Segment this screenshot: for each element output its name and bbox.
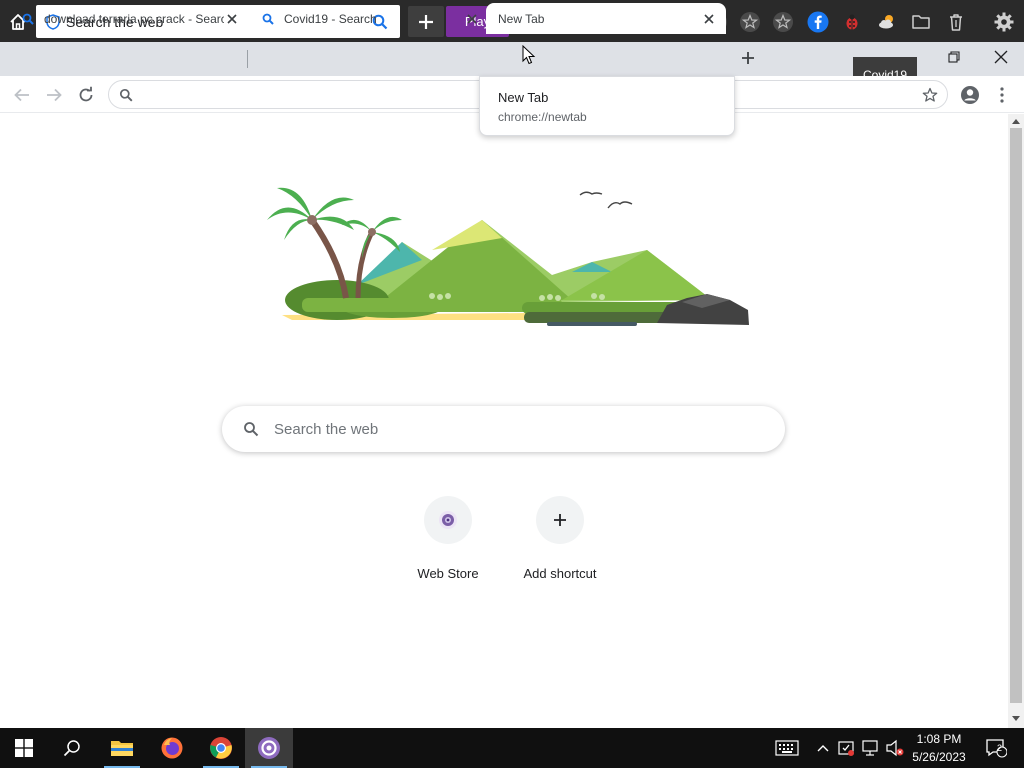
close-icon <box>994 50 1008 64</box>
network-icon[interactable] <box>860 736 882 760</box>
back-arrow-icon <box>14 88 29 102</box>
hover-card-title: New Tab <box>498 90 549 105</box>
search-icon <box>20 11 36 27</box>
file-explorer-icon[interactable] <box>98 728 146 768</box>
system-clock[interactable]: 1:08 PM 5/26/2023 <box>904 730 974 768</box>
plus-icon <box>742 52 754 64</box>
bookmark-star-icon[interactable] <box>919 84 941 106</box>
reload-button[interactable] <box>73 82 99 108</box>
ntp-search-placeholder: Search the web <box>274 420 379 438</box>
search-icon <box>260 11 276 27</box>
tab-separator <box>247 50 248 68</box>
plus-icon <box>536 496 584 544</box>
trash-icon[interactable] <box>943 9 968 34</box>
mouse-cursor-icon <box>522 44 536 65</box>
shortcut-label: Add shortcut <box>523 566 597 581</box>
volume-muted-icon[interactable] <box>884 736 906 760</box>
tab-hover-card: New Tab chrome://newtab <box>479 76 735 136</box>
security-icon[interactable] <box>836 736 856 760</box>
tab-new-tab[interactable]: New Tab <box>486 3 726 34</box>
forward-arrow-icon <box>47 88 62 102</box>
close-window-button[interactable] <box>990 46 1012 68</box>
island-illustration <box>262 180 754 330</box>
shortcut-web-store[interactable]: Web Store <box>392 496 504 586</box>
windows-start-icon[interactable] <box>0 728 48 768</box>
firefox-icon[interactable] <box>148 728 196 768</box>
tab-title: Covid19 - Search <box>284 11 377 26</box>
tab-title: download terraria pc crack - Search <box>44 11 224 26</box>
close-icon[interactable] <box>224 11 240 27</box>
add-shortcut-button[interactable]: Add shortcut <box>504 496 616 586</box>
chrome-icon[interactable] <box>197 728 245 768</box>
facebook-icon[interactable] <box>805 9 830 34</box>
notifications-icon[interactable]: 2 <box>982 736 1010 760</box>
browser-app-icon[interactable] <box>245 728 293 768</box>
clock-date: 5/26/2023 <box>912 750 966 764</box>
tab-covid19-search[interactable]: Covid19 - Search <box>240 3 486 34</box>
folder-icon[interactable] <box>908 9 933 34</box>
scroll-up-arrow-icon[interactable] <box>1008 114 1024 128</box>
gear-icon[interactable] <box>991 9 1016 34</box>
close-icon[interactable] <box>464 11 480 27</box>
scroll-down-arrow-icon[interactable] <box>1008 712 1024 726</box>
search-icon <box>117 86 135 104</box>
profile-icon[interactable] <box>957 82 983 108</box>
new-tab-button[interactable] <box>736 46 760 70</box>
close-icon[interactable] <box>701 11 717 27</box>
keyboard-icon[interactable] <box>773 736 801 760</box>
tab-title: New Tab <box>498 11 545 26</box>
forward-button[interactable] <box>41 82 67 108</box>
reload-icon <box>79 86 93 102</box>
search-icon[interactable] <box>48 728 96 768</box>
star-icon[interactable] <box>737 9 762 34</box>
weather-icon[interactable] <box>874 9 899 34</box>
star-icon[interactable] <box>770 9 795 34</box>
search-icon <box>242 420 260 438</box>
clock-time: 1:08 PM <box>916 732 962 746</box>
chevron-up-icon[interactable] <box>813 736 833 760</box>
menu-kebab-icon[interactable] <box>989 82 1015 108</box>
restore-window-button[interactable] <box>944 48 964 66</box>
scrollbar-thumb[interactable] <box>1010 128 1022 703</box>
ntp-search-box[interactable]: Search the web <box>222 406 785 452</box>
notification-count: 2 <box>997 743 1003 753</box>
shortcut-label: Web Store <box>417 566 479 581</box>
web-store-icon <box>424 496 472 544</box>
ladybug-icon[interactable] <box>839 9 864 34</box>
hover-card-url: chrome://newtab <box>498 110 587 124</box>
back-button[interactable] <box>9 82 35 108</box>
tab-terraria-search[interactable]: download terraria pc crack - Search <box>0 3 246 34</box>
